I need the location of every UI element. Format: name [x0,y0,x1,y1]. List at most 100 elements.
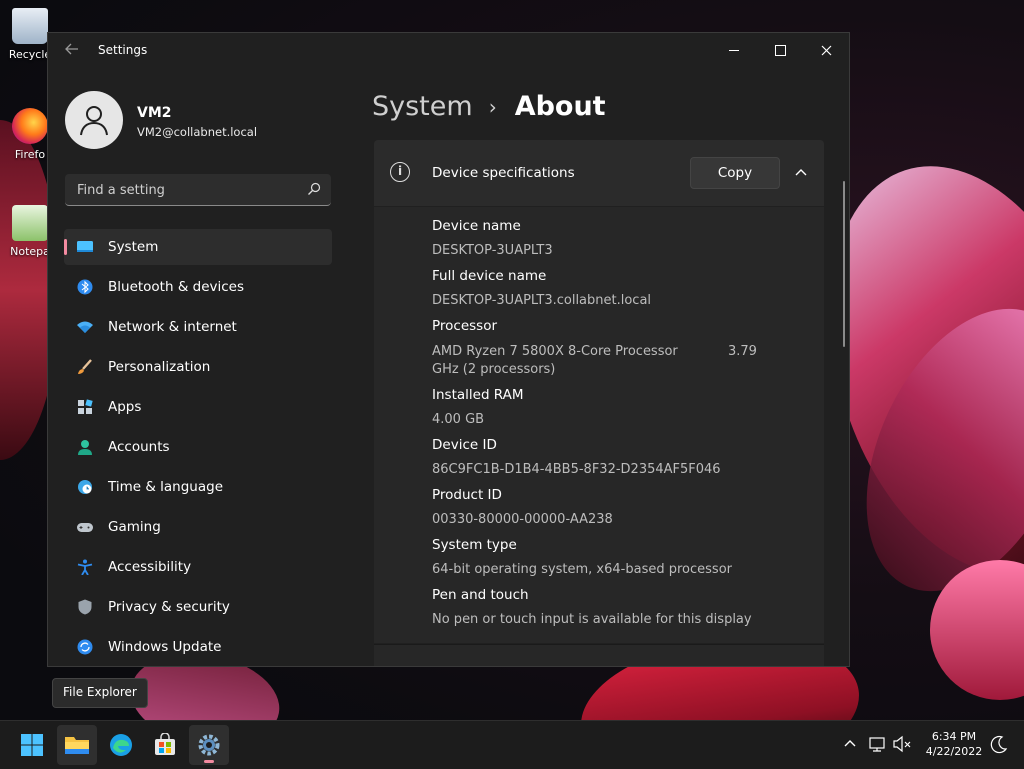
device-specifications-title: Device specifications [432,165,575,181]
spec-label: Device ID [432,437,497,453]
next-card [374,644,824,666]
minimize-button[interactable] [711,33,757,67]
settings-gear-icon [198,734,220,756]
store-icon [155,733,175,755]
sidebar-item-label: Personalization [108,359,211,375]
sidebar-item-label: Windows Update [108,639,222,655]
taskbar-settings[interactable] [189,725,229,765]
avatar[interactable] [65,91,123,149]
device-specifications-header[interactable]: i Device specifications Copy [374,140,824,206]
spec-value: 00330-80000-00000-AA238 [432,512,613,527]
controller-icon [77,523,93,532]
window-title: Settings [98,43,148,57]
sidebar-nav: System Bluetooth & devices Network & int… [64,229,332,666]
active-app-indicator [204,760,214,763]
sidebar-item-bluetooth[interactable]: Bluetooth & devices [64,269,332,305]
clock[interactable]: 6:34 PM 4/22/2022 [918,729,990,759]
spec-label: System type [432,537,517,553]
profile-name: VM2 [137,105,172,121]
spec-value: 86C9FC1B-D1B4-4BB5-8F32-D2354AF5F046 [432,462,721,477]
taskbar: 6:34 PM 4/22/2022 [0,720,1024,769]
sidebar-item-privacy-security[interactable]: Privacy & security [64,589,332,625]
bluetooth-icon [77,279,93,295]
sidebar-item-system[interactable]: System [64,229,332,265]
sidebar-item-gaming[interactable]: Gaming [64,509,332,545]
spec-value: 64-bit operating system, x64-based proce… [432,562,732,577]
breadcrumb-separator-icon: › [488,94,497,119]
breadcrumb: System › About [372,91,606,122]
sidebar-item-accounts[interactable]: Accounts [64,429,332,465]
sidebar-item-label: Bluetooth & devices [108,279,245,295]
maximize-icon [774,44,786,56]
folder-icon [65,737,89,754]
maximize-button[interactable] [757,33,803,67]
firefox-icon [12,108,48,144]
spec-label: Installed RAM [432,387,524,403]
spec-label: Full device name [432,268,547,284]
sidebar-item-label: Privacy & security [108,599,230,615]
settings-window: Settings VM2 VM2@collabnet.local System … [47,32,850,667]
device-specifications-body: Device name DESKTOP-3UAPLT3 Full device … [374,207,824,643]
spec-label: Device name [432,218,521,234]
desktop-icon-label: Recycle [8,48,52,61]
spec-value: AMD Ryzen 7 5800X 8-Core Processor [432,344,678,359]
shield-icon [78,599,92,615]
accounts-icon [78,440,92,455]
sidebar-item-windows-update[interactable]: Windows Update [64,629,332,665]
sidebar-item-apps[interactable]: Apps [64,389,332,425]
back-button[interactable] [62,42,82,58]
sidebar-item-label: Accessibility [108,559,192,575]
scrollbar[interactable] [843,181,845,347]
sidebar-item-time-language[interactable]: Time & language [64,469,332,505]
edge-icon [110,734,132,756]
profile-email: VM2@collabnet.local [137,125,258,139]
info-icon: i [390,162,410,182]
notepad-icon [12,205,48,241]
accessibility-icon [77,559,93,575]
taskbar-store[interactable] [145,725,185,765]
spec-value: DESKTOP-3UAPLT3 [432,243,553,258]
sidebar-item-network[interactable]: Network & internet [64,309,332,345]
recycle-bin-icon [12,8,48,44]
spec-value: No pen or touch input is available for t… [432,612,752,627]
sidebar-item-label: Gaming [108,519,161,535]
tooltip: File Explorer [52,678,148,708]
search-input[interactable] [75,174,299,206]
title-bar[interactable]: Settings [48,33,849,67]
sidebar-item-label: Time & language [108,479,224,495]
taskbar-file-explorer[interactable] [57,725,97,765]
sidebar-item-label: Accounts [108,439,170,455]
globe-clock-icon [78,480,92,494]
sidebar-item-label: Network & internet [108,319,237,335]
spec-value: DESKTOP-3UAPLT3.collabnet.local [432,293,652,308]
breadcrumb-parent[interactable]: System [372,91,473,122]
clock-date: 4/22/2022 [925,745,983,758]
taskbar-edge[interactable] [101,725,141,765]
start-button[interactable] [12,725,52,765]
apps-icon [78,399,93,414]
search-box[interactable] [65,174,331,206]
windows-start-icon [21,734,43,756]
page-title: About [514,91,606,122]
spec-label: Product ID [432,487,502,503]
chevron-up-icon[interactable] [839,733,861,755]
clock-time: 6:34 PM [931,730,977,743]
copy-button[interactable]: Copy [690,157,780,189]
sidebar-item-label: System [108,239,159,255]
user-icon [80,106,108,136]
sidebar-item-label: Apps [108,399,142,415]
close-button[interactable] [803,33,849,67]
search-icon[interactable] [307,182,321,196]
back-arrow-icon [65,43,78,55]
desktop-icon-label: Notepa [10,245,50,258]
volume-muted-icon[interactable] [891,733,913,755]
chevron-up-icon[interactable] [788,161,814,185]
sidebar-item-personalization[interactable]: Personalization [64,349,332,385]
sidebar-item-accessibility[interactable]: Accessibility [64,549,332,585]
spec-label: Processor [432,318,498,334]
desktop-icon-label: Firefo [14,148,46,161]
network-icon[interactable] [867,733,889,755]
system-icon [77,241,93,252]
spec-value: 4.00 GB [432,412,485,427]
focus-assist-icon[interactable] [988,733,1010,755]
